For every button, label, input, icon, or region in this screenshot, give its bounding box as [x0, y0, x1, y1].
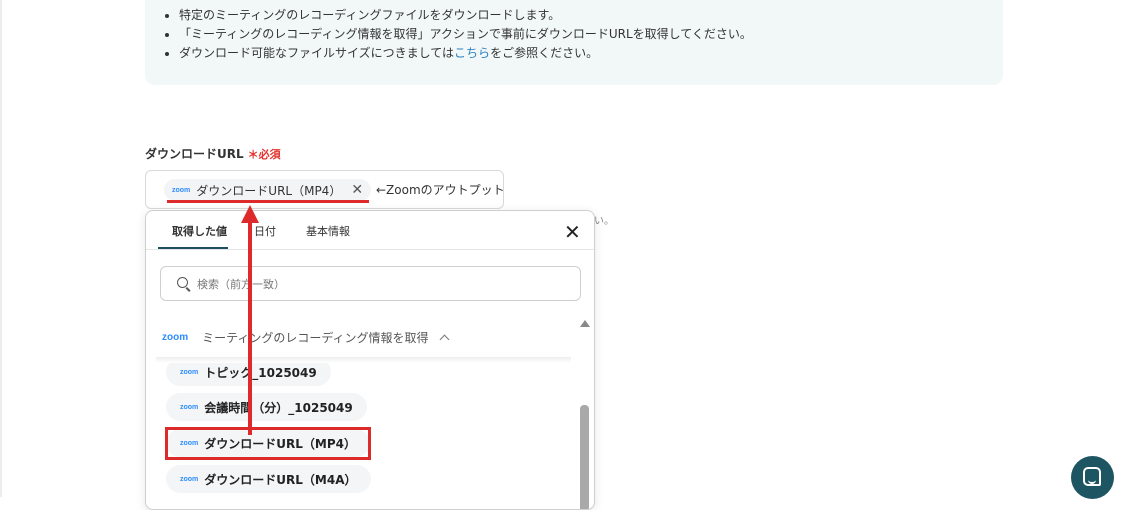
annotation-arrow-head — [241, 205, 259, 223]
page-left-border — [0, 0, 2, 497]
help-link[interactable]: こちら — [454, 46, 490, 60]
hint-text-tail: い。 — [594, 216, 614, 227]
list-item-label: トピック_1025049 — [204, 365, 317, 380]
tab-basic-info[interactable]: 基本情報 — [306, 223, 350, 239]
scroll-up-arrow[interactable] — [580, 320, 590, 327]
search-input[interactable]: 検索（前方一致） — [160, 266, 581, 301]
close-icon[interactable]: ✕ — [564, 221, 581, 243]
chat-icon — [1083, 467, 1101, 486]
list-item-label: ダウンロードURL（M4A） — [204, 472, 357, 487]
zoom-logo-icon: zoom — [172, 186, 191, 194]
chip-remove-icon[interactable]: ✕ — [351, 182, 363, 198]
list-item-meeting-duration[interactable]: zoom 会議時間（分）_1025049 — [166, 393, 367, 421]
group-title: ミーティングのレコーディング情報を取得 — [202, 331, 429, 345]
list-item-label: 会議時間（分）_1025049 — [204, 400, 353, 415]
zoom-logo-icon: zoom — [162, 332, 189, 343]
zoom-logo-icon: zoom — [180, 368, 199, 376]
info-bullet-2: 「ミーティングのレコーディング情報を取得」アクションで事前にダウンロードURLを… — [165, 25, 752, 44]
search-placeholder: 検索（前方一致） — [197, 278, 285, 291]
scrollbar-thumb[interactable] — [580, 405, 589, 509]
input-chip[interactable]: zoom ダウンロードURL（MP4） ✕ — [164, 179, 372, 201]
group-header[interactable]: zoom ミーティングのレコーディング情報を取得 — [162, 329, 450, 346]
list-top-fade — [156, 357, 571, 363]
chat-button[interactable] — [1071, 456, 1114, 499]
annotation-arrow-shaft — [248, 220, 252, 435]
tab-date[interactable]: 日付 — [254, 223, 276, 239]
annotation-highlight-box — [165, 427, 371, 460]
annotation-underline — [167, 200, 369, 203]
info-bullet-1: 特定のミーティングのレコーディングファイルをダウンロードします。 — [165, 6, 752, 25]
chevron-up-icon — [439, 334, 450, 345]
field-label-text: ダウンロードURL — [145, 147, 244, 161]
field-label: ダウンロードURL ＊必須 — [145, 145, 281, 162]
search-icon — [177, 277, 188, 288]
download-url-input[interactable]: zoom ダウンロードURL（MP4） ✕ ←Zoomのアウトプット — [145, 170, 504, 209]
required-marker: ＊必須 — [247, 148, 281, 161]
input-chip-label: ダウンロードURL（MP4） — [196, 183, 342, 198]
info-list: 特定のミーティングのレコーディングファイルをダウンロードします。 「ミーティング… — [165, 6, 752, 63]
input-trailing-text: ←Zoomのアウトプット — [376, 183, 504, 197]
tab-obtained-values[interactable]: 取得した値 — [172, 223, 227, 239]
zoom-logo-icon: zoom — [180, 403, 199, 411]
info-box: 特定のミーティングのレコーディングファイルをダウンロードします。 「ミーティング… — [145, 0, 1003, 85]
value-picker-dropdown: 取得した値 日付 基本情報 ✕ 検索（前方一致） zoom ミーティングのレコー… — [145, 210, 595, 510]
info-bullet-3-suffix: をご参照ください。 — [490, 46, 599, 60]
info-bullet-3: ダウンロード可能なファイルサイズにつきましてはこちらをご参照ください。 — [165, 44, 752, 63]
list-item-download-url-m4a[interactable]: zoom ダウンロードURL（M4A） — [166, 465, 371, 493]
zoom-logo-icon: zoom — [180, 475, 199, 483]
info-bullet-3-prefix: ダウンロード可能なファイルサイズにつきましては — [179, 46, 455, 60]
tabs-divider — [146, 249, 594, 250]
